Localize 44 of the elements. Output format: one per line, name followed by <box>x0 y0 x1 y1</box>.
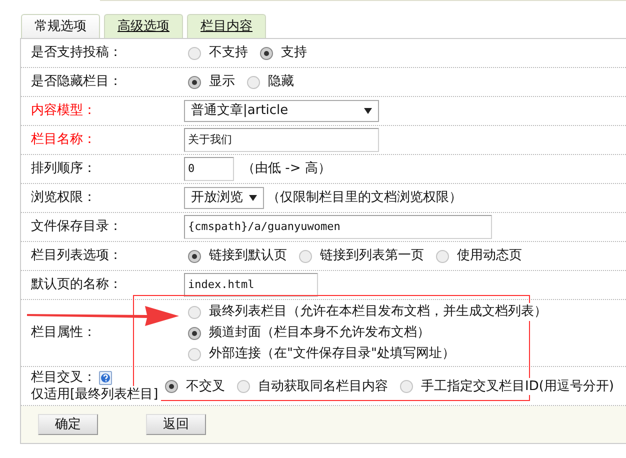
radio-button[interactable] <box>188 76 201 88</box>
radio-button[interactable] <box>299 250 312 262</box>
radio-button[interactable] <box>188 46 201 60</box>
text-field[interactable]: {cmspath}/a/guanyuwomen <box>184 215 492 239</box>
radio-button[interactable] <box>188 250 201 262</box>
option-label: 自动获取同名栏目内容 <box>258 378 388 394</box>
field-label: 默认页的名称： <box>31 276 122 294</box>
form-button[interactable]: 返回 <box>146 414 206 435</box>
tab[interactable]: 常规选项 <box>21 14 100 38</box>
caret-icon <box>249 195 257 201</box>
text-field[interactable]: 关于我们 <box>184 128 379 152</box>
radio-button[interactable] <box>165 380 178 392</box>
caret-icon <box>364 108 372 114</box>
dropdown[interactable]: 开放浏览 <box>184 187 264 209</box>
radio-button[interactable] <box>188 326 201 340</box>
text-field[interactable]: index.html <box>184 273 318 297</box>
field-label: 栏目名称： <box>31 131 96 150</box>
radio-button[interactable] <box>260 46 273 60</box>
radio-button[interactable] <box>237 380 250 392</box>
field-note: 仅适用[最终列表栏目] <box>31 386 161 403</box>
field-label: 栏目交叉： <box>31 369 96 386</box>
field-label: 排列顺序： <box>31 160 96 178</box>
option-label: 不交叉 <box>186 378 225 394</box>
form-button[interactable]: 确定 <box>38 414 98 435</box>
radio-button[interactable] <box>436 250 449 262</box>
text-field[interactable]: 0 <box>184 157 234 181</box>
field-label: 是否隐藏栏目： <box>31 73 122 92</box>
radio-button[interactable] <box>188 306 201 318</box>
field-label: 内容模型： <box>31 102 96 120</box>
field-label: 浏览权限： <box>31 189 96 208</box>
field-label: 栏目属性： <box>31 324 96 342</box>
dropdown[interactable]: 普通文章|article <box>184 100 379 122</box>
help-icon[interactable] <box>99 370 112 384</box>
tab[interactable]: 栏目内容 <box>187 14 266 38</box>
option-label: 手工指定交叉栏目ID(用逗号分开) <box>421 378 614 394</box>
radio-button[interactable] <box>188 348 201 360</box>
radio-button[interactable] <box>400 380 413 392</box>
field-label: 是否支持投稿： <box>31 44 122 62</box>
radio-button[interactable] <box>247 76 260 88</box>
tab[interactable]: 高级选项 <box>104 14 183 38</box>
field-label: 文件保存目录： <box>31 218 122 236</box>
field-label: 栏目列表选项： <box>31 247 122 266</box>
hint-text: （由低 -> 高） <box>242 160 331 178</box>
hint-text: （仅限制栏目里的文档浏览权限） <box>267 189 462 208</box>
